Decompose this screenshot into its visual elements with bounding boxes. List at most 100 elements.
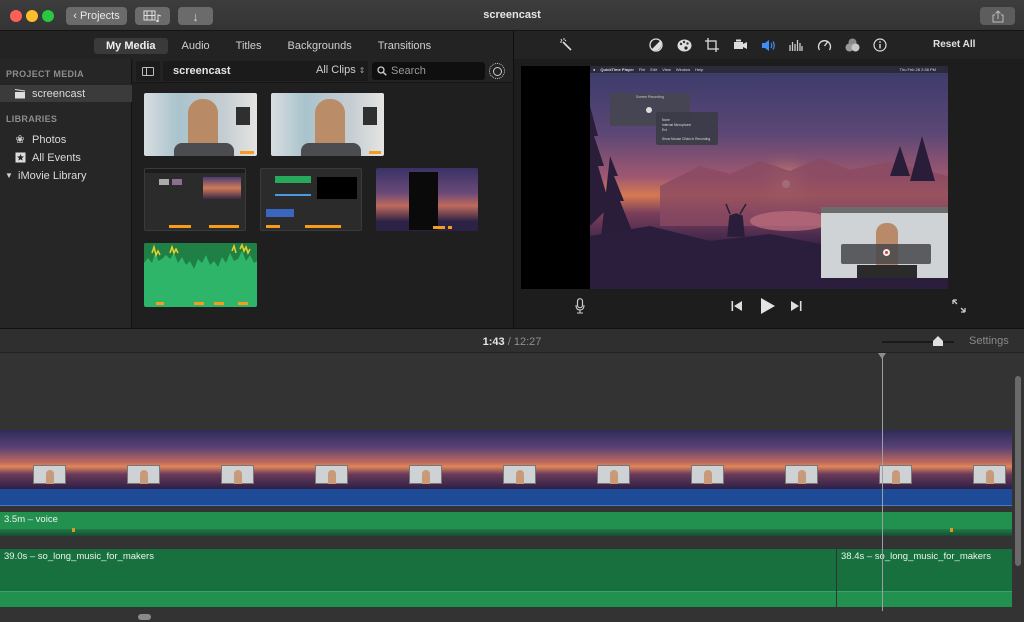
reset-all-button[interactable]: Reset All [933, 39, 975, 50]
webcam-pip [221, 465, 254, 484]
filmstrip-frame [564, 430, 658, 489]
sidebar-icon [142, 66, 154, 76]
clip-filter-select[interactable]: All Clips ⇕ [316, 64, 366, 76]
browser-settings-gear-icon[interactable] [489, 63, 505, 79]
webcam-pip [409, 465, 442, 484]
video-clip-track[interactable] [0, 430, 1012, 489]
filmstrip-frame [470, 430, 564, 489]
voiceover-microphone-button[interactable] [571, 297, 589, 315]
sidebar-item-all-events[interactable]: All Events [0, 149, 132, 166]
speaker-shape [236, 107, 250, 125]
adjustments-toolbar: Reset All [514, 31, 1024, 59]
sidebar-item-imovie-library[interactable]: ▼ iMovie Library [0, 167, 132, 184]
timeline-horizontal-scrollbar[interactable] [138, 614, 151, 620]
filmstrip-frame [940, 430, 1012, 489]
mini-viewer [203, 177, 241, 199]
webcam-pip [785, 465, 818, 484]
music-clip-label: 38.4s – so_long_music_for_makers [841, 551, 991, 562]
tab-titles[interactable]: Titles [224, 38, 274, 54]
sidebar-item-photos[interactable]: ❀ Photos [0, 131, 132, 148]
timeline-header: 1:43 / 12:27 Settings [0, 328, 1024, 353]
person-shirt [301, 143, 361, 156]
webcam-pip [33, 465, 66, 484]
person-figure [315, 99, 345, 149]
record-button [646, 107, 652, 113]
timeline-settings-button[interactable]: Settings [969, 335, 1009, 347]
tab-audio[interactable]: Audio [170, 38, 222, 54]
search-icon [377, 66, 387, 76]
color-balance-icon[interactable] [648, 37, 664, 53]
speaker-shape [363, 107, 377, 125]
search-field[interactable] [372, 62, 485, 80]
music-clip-2[interactable]: 38.4s – so_long_music_for_makers [837, 549, 1012, 607]
clapperboard-icon [14, 88, 26, 100]
keyword-bar [448, 226, 452, 229]
clip-thumbnail-screen-recording-2[interactable] [260, 168, 362, 231]
fullscreen-button[interactable] [950, 297, 968, 315]
play-button[interactable] [758, 297, 776, 315]
keyword-bar [305, 225, 341, 228]
share-icon [992, 9, 1003, 22]
clip-thumbnail-desktop-recording[interactable] [376, 168, 478, 231]
voice-audio-clip[interactable]: 3.5m – voice [0, 512, 1012, 536]
clip-thumbnail-audio[interactable] [144, 243, 257, 307]
playhead-line[interactable] [882, 353, 883, 611]
webcam-pip [691, 465, 724, 484]
share-button[interactable] [980, 7, 1015, 25]
filmstrip-frame [376, 430, 470, 489]
disclosure-triangle-icon[interactable]: ▼ [3, 170, 15, 182]
tab-my-media[interactable]: My Media [94, 38, 168, 54]
timeline[interactable]: 3.5m – voice 39.0s – so_long_music_for_m… [0, 353, 1024, 622]
filmstrip-frame [0, 430, 94, 489]
mini-thumb [159, 179, 169, 185]
video-overlay-icon[interactable] [844, 37, 860, 53]
skip-back-button[interactable] [728, 297, 746, 315]
person-shirt [857, 265, 917, 278]
music-clip-label: 39.0s – so_long_music_for_makers [4, 551, 154, 562]
volume-icon[interactable] [760, 37, 776, 53]
zoom-slider-thumb[interactable] [933, 336, 943, 346]
sidebar-item-screencast[interactable]: screencast [0, 85, 132, 102]
equalizer-icon[interactable] [788, 37, 804, 53]
playhead-handle[interactable] [878, 353, 886, 359]
mini-blue-bar [275, 194, 311, 196]
magic-wand-icon[interactable] [558, 37, 574, 53]
video-clip-audio[interactable] [0, 489, 1012, 506]
webcam-window-titlebar [821, 207, 948, 213]
webcam-pip [879, 465, 912, 484]
tab-transitions[interactable]: Transitions [366, 38, 443, 54]
webcam-pip [973, 465, 1006, 484]
search-input[interactable] [391, 65, 481, 77]
expand-arrows-icon [952, 299, 966, 313]
music-waveform [0, 591, 836, 607]
color-correction-palette-icon[interactable] [676, 37, 692, 53]
webcam-overlay-window [821, 207, 948, 278]
current-time: 1:43 [482, 336, 505, 348]
skip-back-icon [731, 301, 742, 311]
audio-peak-marker [72, 528, 75, 532]
filmstrip-frame [658, 430, 752, 489]
crop-icon[interactable] [704, 37, 720, 53]
skip-forward-button[interactable] [787, 297, 805, 315]
timeline-zoom-slider[interactable] [882, 341, 954, 343]
toggle-sidebar-button[interactable] [136, 61, 160, 81]
clip-thumbnail-webcam-2[interactable] [271, 93, 384, 156]
speed-gauge-icon[interactable] [816, 37, 832, 53]
stabilization-camera-icon[interactable] [732, 37, 748, 53]
sidebar-item-label: iMovie Library [18, 169, 87, 182]
timeline-vertical-scrollbar[interactable] [1015, 376, 1021, 566]
clip-filter-value: All Clips [316, 64, 356, 76]
tab-backgrounds[interactable]: Backgrounds [276, 38, 364, 54]
filmstrip-frame [94, 430, 188, 489]
person-shirt [174, 143, 234, 156]
filmstrip-frame [188, 430, 282, 489]
music-waveform [837, 591, 1012, 607]
music-clip-1[interactable]: 39.0s – so_long_music_for_makers [0, 549, 836, 607]
libraries-sidebar: PROJECT MEDIA screencast LIBRARIES ❀ Pho… [0, 59, 132, 328]
viewer-canvas[interactable]: ● QuickTime Player File Edit View Window… [521, 66, 948, 289]
browser-tab-bar: My Media Audio Titles Backgrounds Transi… [0, 31, 513, 59]
clip-thumbnail-screen-recording-1[interactable] [144, 168, 246, 231]
keyword-bar [209, 225, 239, 228]
clip-info-icon[interactable] [872, 37, 888, 53]
clip-thumbnail-webcam-1[interactable] [144, 93, 257, 156]
